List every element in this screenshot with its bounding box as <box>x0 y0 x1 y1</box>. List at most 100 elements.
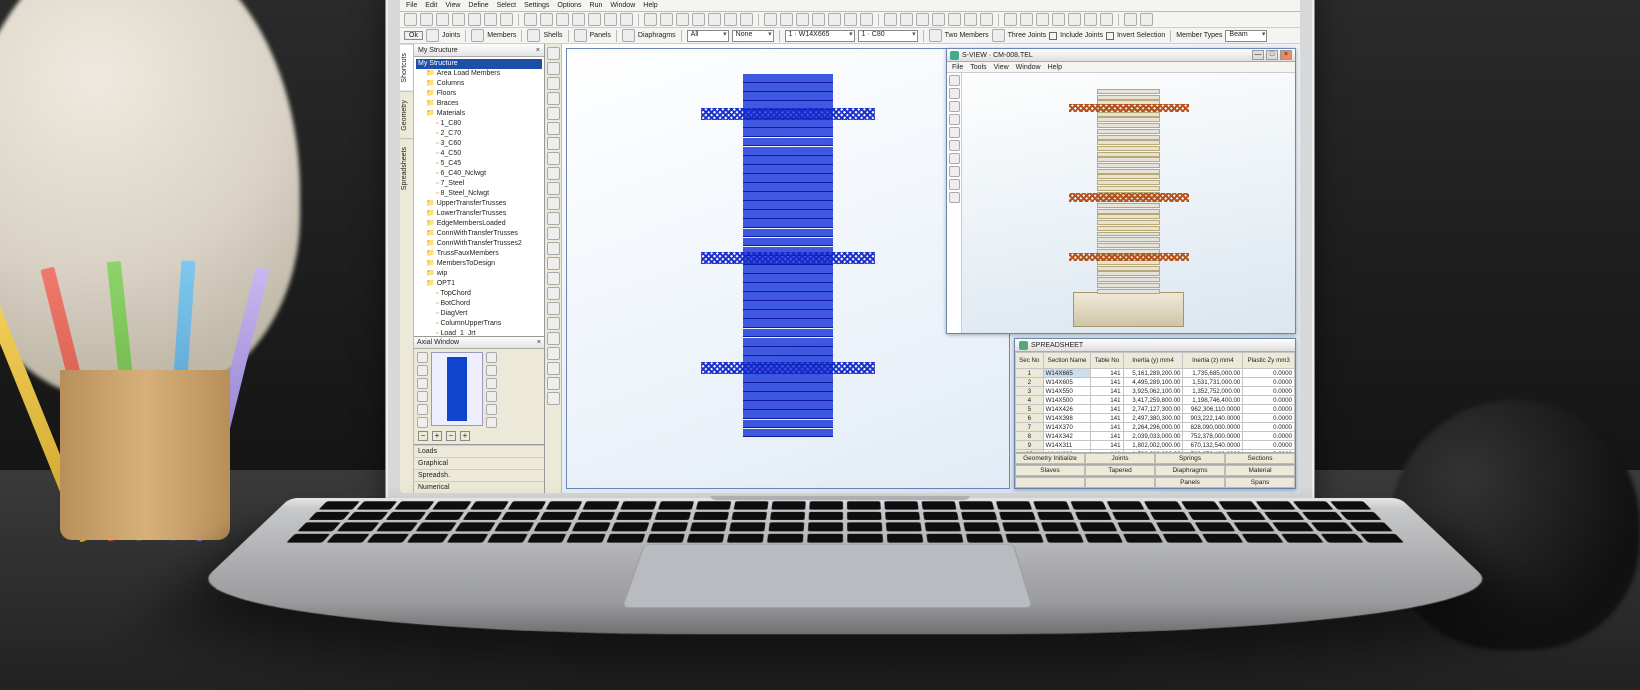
member-types-dropdown[interactable]: Beam <box>1225 30 1267 42</box>
menu-file[interactable]: File <box>406 2 417 9</box>
tree-node[interactable]: Area Load Members <box>416 69 542 79</box>
vtool-button-5[interactable] <box>547 122 560 135</box>
menu-run[interactable]: Run <box>590 2 603 9</box>
tree-node[interactable]: TrussFauxMembers <box>416 249 542 259</box>
tree-node[interactable]: UpperTransferTrusses <box>416 199 542 209</box>
toolbar-button-38[interactable] <box>1052 13 1065 26</box>
toolbar-button-12[interactable] <box>604 13 617 26</box>
table-row[interactable]: 8W14X3421412,039,033,000.00752,378,000.0… <box>1016 432 1295 441</box>
col-header[interactable]: Plastic Zy mm3 <box>1243 353 1295 369</box>
tree-node[interactable]: 2_C70 <box>416 129 542 139</box>
sview-menu-view[interactable]: View <box>994 64 1009 71</box>
toolbar-button-31[interactable] <box>932 13 945 26</box>
sview-tool-0[interactable] <box>949 75 960 86</box>
tree-node[interactable]: ConnWithTransferTrusses <box>416 229 542 239</box>
toolbar-button-1[interactable] <box>420 13 433 26</box>
axial-zoom-out-button[interactable]: − <box>418 431 428 441</box>
tree-node[interactable]: TopChord <box>416 289 542 299</box>
spreadsheet-tab[interactable] <box>1015 477 1085 488</box>
tree-node[interactable]: wip <box>416 269 542 279</box>
tree-node[interactable]: Braces <box>416 99 542 109</box>
table-row[interactable]: 1W14X6651415,161,289,200.001,735,685,000… <box>1016 369 1295 378</box>
toolbar-button-20[interactable] <box>740 13 753 26</box>
axial-tool-button[interactable] <box>486 417 497 428</box>
tree-node[interactable]: 6_C40_Nclwgt <box>416 169 542 179</box>
toolbar-button-6[interactable] <box>500 13 513 26</box>
vtool-button-11[interactable] <box>547 212 560 225</box>
spreadsheet-tab[interactable]: Tapered <box>1085 465 1155 476</box>
vtool-button-17[interactable] <box>547 302 560 315</box>
shape-dropdown[interactable]: 1 · W14X665 <box>785 30 855 42</box>
left-tab-numerical[interactable]: Numerical <box>414 481 544 493</box>
spreadsheet-tab[interactable]: Diaphragms <box>1155 465 1225 476</box>
axial-tool-button[interactable] <box>417 404 428 415</box>
panels-icon[interactable] <box>574 29 587 42</box>
sview-tool-7[interactable] <box>949 166 960 177</box>
toolbar-button-10[interactable] <box>572 13 585 26</box>
axial-thumbnail[interactable] <box>431 352 483 426</box>
toolbar-button-14[interactable] <box>644 13 657 26</box>
three-joints-icon[interactable] <box>992 29 1005 42</box>
spreadsheet-tab[interactable]: Panels <box>1155 477 1225 488</box>
table-row[interactable]: 3W14X5501413,925,062,100.001,352,752,000… <box>1016 387 1295 396</box>
col-header[interactable]: Inertia (z) mm4 <box>1183 353 1243 369</box>
toolbar-button-25[interactable] <box>828 13 841 26</box>
section-dropdown[interactable]: 1 · C80 <box>858 30 918 42</box>
axial-close-button[interactable]: × <box>537 339 541 346</box>
toolbar-button-30[interactable] <box>916 13 929 26</box>
toolbar-button-0[interactable] <box>404 13 417 26</box>
tree-node[interactable]: 3_C60 <box>416 139 542 149</box>
sview-tool-3[interactable] <box>949 114 960 125</box>
sections-table[interactable]: Sec NoSection NameTable NoInertia (y) mm… <box>1015 352 1295 452</box>
toolbar-button-16[interactable] <box>676 13 689 26</box>
side-tab-shortcuts[interactable]: Shortcuts <box>400 44 413 91</box>
sview-render-viewport[interactable] <box>962 73 1295 333</box>
vtool-button-15[interactable] <box>547 272 560 285</box>
vtool-button-4[interactable] <box>547 107 560 120</box>
toolbar-button-39[interactable] <box>1068 13 1081 26</box>
tree-node[interactable]: 4_C50 <box>416 149 542 159</box>
two-members-icon[interactable] <box>929 29 942 42</box>
left-tab-spreadsh.[interactable]: Spreadsh. <box>414 469 544 481</box>
include-joints-check[interactable] <box>1049 32 1057 40</box>
sview-tool-8[interactable] <box>949 179 960 190</box>
toolbar-button-7[interactable] <box>524 13 537 26</box>
select-none-dropdown[interactable]: None <box>732 30 774 42</box>
menu-settings[interactable]: Settings <box>524 2 549 9</box>
sview-tool-2[interactable] <box>949 101 960 112</box>
spreadsheet-tab[interactable]: Material <box>1225 465 1295 476</box>
vtool-button-22[interactable] <box>547 377 560 390</box>
axial-zoom-out-2-button[interactable]: − <box>446 431 456 441</box>
tree-node[interactable]: OPT1 <box>416 279 542 289</box>
toolbar-button-26[interactable] <box>844 13 857 26</box>
toolbar-button-41[interactable] <box>1100 13 1113 26</box>
vtool-button-1[interactable] <box>547 62 560 75</box>
tree-node[interactable]: BotChord <box>416 299 542 309</box>
tree-node[interactable]: Materials <box>416 109 542 119</box>
toolbar-button-24[interactable] <box>812 13 825 26</box>
axial-tool-button[interactable] <box>417 391 428 402</box>
vtool-button-20[interactable] <box>547 347 560 360</box>
toolbar-button-5[interactable] <box>484 13 497 26</box>
toolbar-button-36[interactable] <box>1020 13 1033 26</box>
diaphragms-icon[interactable] <box>622 29 635 42</box>
vtool-button-21[interactable] <box>547 362 560 375</box>
tree-node[interactable]: Load_1_Jrt <box>416 329 542 336</box>
tree-node[interactable]: EdgeMembersLoaded <box>416 219 542 229</box>
toolbar-button-18[interactable] <box>708 13 721 26</box>
toolbar-button-33[interactable] <box>964 13 977 26</box>
col-header[interactable]: Inertia (y) mm4 <box>1123 353 1183 369</box>
side-tab-spreadsheets[interactable]: Spreadsheets <box>400 138 413 198</box>
joints-icon[interactable] <box>426 29 439 42</box>
col-header[interactable]: Sec No <box>1016 353 1044 369</box>
toolbar-button-8[interactable] <box>540 13 553 26</box>
toolbar-button-40[interactable] <box>1084 13 1097 26</box>
sview-tool-6[interactable] <box>949 153 960 164</box>
toolbar-button-21[interactable] <box>764 13 777 26</box>
vtool-button-18[interactable] <box>547 317 560 330</box>
toolbar-button-4[interactable] <box>468 13 481 26</box>
spreadsheet-tab[interactable] <box>1085 477 1155 488</box>
tree-node[interactable]: Floors <box>416 89 542 99</box>
tree-node[interactable]: LowerTransferTrusses <box>416 209 542 219</box>
toolbar-button-29[interactable] <box>900 13 913 26</box>
